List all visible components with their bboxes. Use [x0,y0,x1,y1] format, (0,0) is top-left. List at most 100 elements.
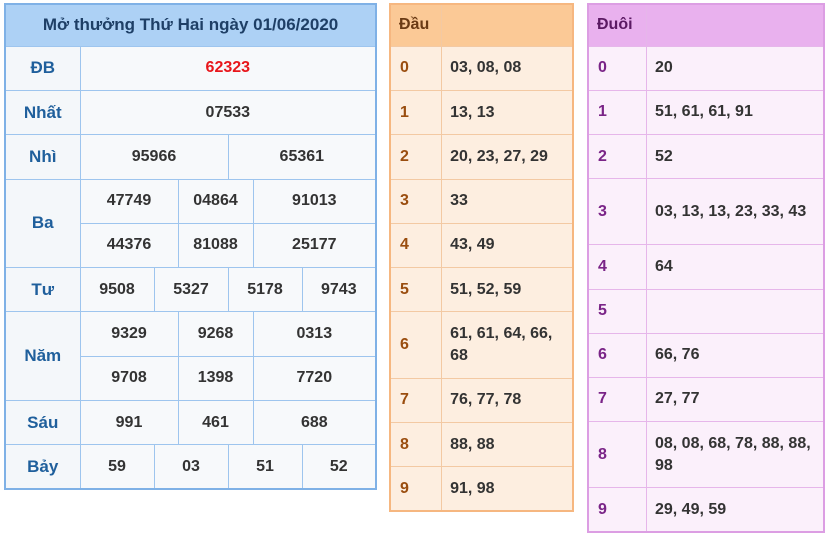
prize-row-sau: Sáu 991 461 688 [4,399,377,446]
head-key: 1 [389,89,443,136]
prize-value: 65361 [227,134,377,180]
tail-key: 2 [587,133,647,180]
table-row: 3 33 [389,178,574,224]
prize-value: 461 [177,399,254,446]
head-value: 20, 23, 27, 29 [441,134,574,180]
prize-label-bay: Bảy [4,444,81,490]
results-table: Mở thưởng Thứ Hai ngày 01/06/2020 ĐB 623… [4,3,378,490]
head-key: 9 [389,466,443,512]
head-value: 33 [441,178,574,224]
table-row: 8 88, 88 [389,421,574,468]
tail-value: 08, 08, 68, 78, 88, 88, 98 [645,420,825,489]
tail-value: 66, 76 [645,332,825,378]
prize-row-nhat: Nhất 07533 [4,90,377,136]
prize-value: 59 [79,444,155,490]
table-row: 3 03, 13, 13, 23, 33, 43 [587,178,825,246]
prize-row-nhi: Nhì 95966 65361 [4,134,377,180]
table-row: 5 51, 52, 59 [389,266,574,313]
tail-title: Đuôi [587,3,647,47]
table-row: 1 51, 61, 61, 91 [587,89,825,135]
tail-value: 29, 49, 59 [645,487,825,533]
head-value: 51, 52, 59 [441,266,574,313]
head-value: 61, 61, 64, 66, 68 [441,311,574,379]
head-key: 5 [389,266,443,313]
prize-value: 1398 [177,355,254,401]
head-key: 4 [389,222,443,269]
table-row: 9 29, 49, 59 [587,487,825,533]
table-row: 8 08, 08, 68, 78, 88, 88, 98 [587,420,825,489]
tail-key: 3 [587,178,647,246]
prize-value: 47749 [79,178,179,224]
head-value: 91, 98 [441,466,574,512]
head-key: 6 [389,311,443,379]
prize-value: 51 [227,444,303,490]
table-row: 2 20, 23, 27, 29 [389,134,574,180]
prize-value: 9329 [79,311,179,357]
prize-value: 04864 [177,178,254,224]
tail-key: 9 [587,487,647,533]
prize-label-sau: Sáu [4,399,81,446]
head-title: Đầu [389,3,443,47]
head-digit-table: Đầu 0 03, 08, 08 1 13, 13 2 20, 23, 27, 29 … [389,3,574,512]
prize-value: 95966 [79,134,229,180]
tail-key: 8 [587,420,647,489]
prize-label-nhi: Nhì [4,134,81,180]
prize-value: 7720 [252,355,377,401]
prize-value: 62323 [79,45,377,92]
table-row: 1 13, 13 [389,89,574,136]
tail-key: 5 [587,288,647,334]
table-row: 7 76, 77, 78 [389,377,574,423]
head-value: 88, 88 [441,421,574,468]
tail-key: 7 [587,376,647,423]
head-key: 7 [389,377,443,423]
prize-value: 5178 [227,267,303,313]
prize-row-ba-1: Ba 47749 04864 91013 [4,178,377,269]
prize-value: 91013 [252,178,377,224]
prize-value: 07533 [79,90,377,136]
table-row: 0 20 [587,45,825,91]
prize-value: 81088 [177,222,254,269]
head-key: 2 [389,134,443,180]
tail-key: 1 [587,89,647,135]
results-title: Mở thưởng Thứ Hai ngày 01/06/2020 [4,3,377,47]
prize-label-tu: Tư [4,267,81,313]
prize-value: 5327 [153,267,229,313]
tail-value [645,288,825,334]
head-value: 43, 49 [441,222,574,269]
table-row: 6 66, 76 [587,332,825,378]
prize-value: 991 [79,399,179,446]
table-row: 6 61, 61, 64, 66, 68 [389,311,574,379]
tail-value: 64 [645,244,825,290]
table-row: 9 91, 98 [389,466,574,512]
head-title-blank [441,3,574,47]
prize-value: 9508 [79,267,155,313]
head-title-row: Đầu [389,3,574,47]
prize-label-ba: Ba [4,178,81,269]
table-row: 7 27, 77 [587,376,825,423]
tail-value: 20 [645,45,825,91]
tail-key: 4 [587,244,647,290]
prize-value: 44376 [79,222,179,269]
head-value: 13, 13 [441,89,574,136]
tail-key: 6 [587,332,647,378]
tail-title-row: Đuôi [587,3,825,47]
head-value: 03, 08, 08 [441,45,574,92]
prize-value: 9743 [301,267,377,313]
prize-label-db: ĐB [4,45,81,92]
prize-value: 25177 [252,222,377,269]
tail-value: 52 [645,133,825,180]
table-row: 2 52 [587,133,825,180]
head-value: 76, 77, 78 [441,377,574,423]
table-row: 4 43, 49 [389,222,574,269]
head-key: 3 [389,178,443,224]
prize-value: 03 [153,444,229,490]
head-key: 8 [389,421,443,468]
prize-row-db: ĐB 62323 [4,45,377,92]
prize-row-bay: Bảy 59 03 51 52 [4,444,377,490]
prize-row-tu: Tư 9508 5327 5178 9743 [4,267,377,313]
prize-label-nam: Năm [4,311,81,401]
table-row: 4 64 [587,244,825,290]
prize-value: 9268 [177,311,254,357]
results-title-row: Mở thưởng Thứ Hai ngày 01/06/2020 [4,3,377,47]
table-row: 0 03, 08, 08 [389,45,574,92]
